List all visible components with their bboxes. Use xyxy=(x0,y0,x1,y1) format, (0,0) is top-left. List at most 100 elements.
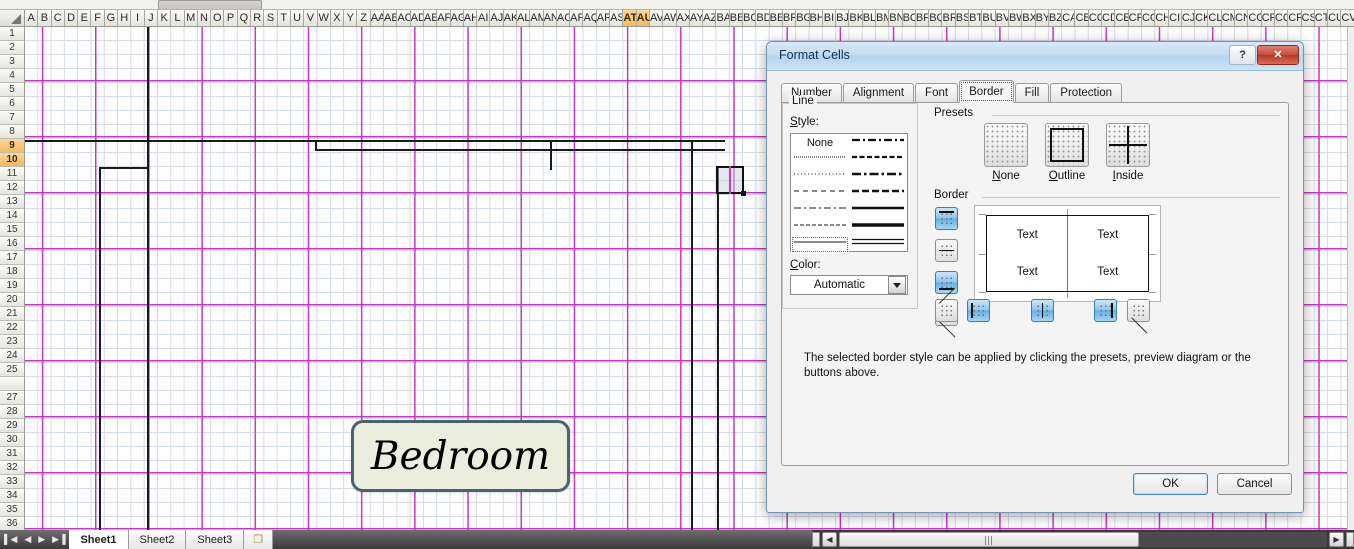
column-header-A[interactable]: A xyxy=(25,10,39,26)
dialog-tab-strip[interactable]: Number Alignment Font Border Fill Protection xyxy=(781,80,1123,103)
cancel-button[interactable]: Cancel xyxy=(1217,473,1292,495)
column-header-BF[interactable]: BF xyxy=(782,10,797,26)
border-left-button[interactable] xyxy=(967,299,990,322)
row-header-10[interactable]: 10 xyxy=(0,153,24,167)
row-header-3[interactable]: 3 xyxy=(0,55,24,69)
row-header-14[interactable]: 14 xyxy=(0,209,24,223)
column-header-AZ[interactable]: AZ xyxy=(703,10,717,26)
row-header-column[interactable]: 1 2 3 4 5 6 7 8 9 10 11 12 13 14 15 16 17 18 19 20 21 22 23 24 2… xyxy=(0,27,25,530)
column-header-BD[interactable]: BD xyxy=(756,10,770,26)
column-header-AG[interactable]: AG xyxy=(450,10,464,26)
chevron-down-icon[interactable] xyxy=(888,276,906,294)
column-header-AS[interactable]: AS xyxy=(610,10,624,26)
border-diagonal-down-button[interactable] xyxy=(935,287,958,322)
tab-border[interactable]: Border xyxy=(959,80,1014,103)
dialog-title-bar[interactable]: Format Cells ? ✕ xyxy=(767,42,1303,71)
horizontal-scrollbar[interactable]: ◀ ▶ xyxy=(812,530,1354,549)
row-header-30[interactable]: 30 xyxy=(0,433,24,447)
row-header-17[interactable]: 17 xyxy=(0,251,24,265)
column-header-O[interactable]: O xyxy=(211,10,225,26)
row-header-36[interactable]: 36 xyxy=(0,517,24,530)
column-header-BN[interactable]: BN xyxy=(889,10,903,26)
row-header-33[interactable]: 33 xyxy=(0,475,24,489)
column-header-CC[interactable]: CC xyxy=(1088,10,1103,26)
column-header-BW[interactable]: BW xyxy=(1008,10,1023,26)
column-header-CL[interactable]: CL xyxy=(1208,10,1222,26)
column-header-I[interactable]: I xyxy=(131,10,145,26)
sheet-tab-sheet2[interactable]: Sheet2 xyxy=(128,530,187,549)
column-header-CU[interactable]: CU xyxy=(1328,10,1342,26)
preset-inside-icon[interactable] xyxy=(1106,123,1150,167)
column-header-CK[interactable]: CK xyxy=(1195,10,1209,26)
hscroll-split-right[interactable] xyxy=(1346,532,1354,547)
tab-fill[interactable]: Fill xyxy=(1014,83,1050,103)
row-header-27[interactable]: 27 xyxy=(0,391,24,405)
column-header-BT[interactable]: BT xyxy=(969,10,983,26)
toolbar-tab-chip[interactable] xyxy=(158,0,262,9)
tab-font[interactable]: Font xyxy=(915,83,959,103)
column-header-AN[interactable]: AN xyxy=(543,10,557,26)
column-header-Q[interactable]: Q xyxy=(237,10,252,26)
ok-button[interactable]: OK xyxy=(1133,473,1208,495)
column-header-BB[interactable]: BB xyxy=(729,10,744,26)
column-header-D[interactable]: D xyxy=(64,10,79,26)
column-header-S[interactable]: S xyxy=(264,10,278,26)
column-header-AR[interactable]: AR xyxy=(596,10,611,26)
column-header-row[interactable]: ABCDEFGHIJKLMNOPQRSTUVWXYZAAABACADAEAFAG… xyxy=(0,10,1354,27)
column-header-T[interactable]: T xyxy=(277,10,291,26)
column-header-AL[interactable]: AL xyxy=(516,10,531,26)
fill-handle[interactable] xyxy=(741,191,746,196)
preview-cell-box[interactable]: Text Text Text Text xyxy=(986,215,1149,292)
row-header-8[interactable]: 8 xyxy=(0,125,24,139)
column-header-AP[interactable]: AP xyxy=(570,10,584,26)
column-header-BV[interactable]: BV xyxy=(995,10,1009,26)
column-header-BM[interactable]: BM xyxy=(876,10,890,26)
select-all-corner[interactable] xyxy=(0,10,25,26)
column-header-BO[interactable]: BO xyxy=(902,10,916,26)
column-header-BH[interactable]: BH xyxy=(809,10,823,26)
column-header-BG[interactable]: BG xyxy=(796,10,810,26)
column-header-AI[interactable]: AI xyxy=(477,10,491,26)
row-header-15[interactable]: 15 xyxy=(0,223,24,237)
column-header-CT[interactable]: CT xyxy=(1314,10,1329,26)
column-header-CQ[interactable]: CQ xyxy=(1274,10,1289,26)
column-header-BX[interactable]: BX xyxy=(1022,10,1036,26)
preset-buttons[interactable]: None Outline Inside xyxy=(984,123,1150,182)
column-header-CS[interactable]: CS xyxy=(1301,10,1315,26)
row-header-11[interactable]: 11 xyxy=(0,167,24,181)
selected-cell-range[interactable] xyxy=(716,166,744,194)
column-header-B[interactable]: B xyxy=(38,10,52,26)
column-header-AA[interactable]: AA xyxy=(370,10,385,26)
border-bottom-button[interactable] xyxy=(935,271,958,294)
column-header-AV[interactable]: AV xyxy=(649,10,664,26)
column-header-C[interactable]: C xyxy=(51,10,65,26)
column-header-P[interactable]: P xyxy=(224,10,238,26)
sheet-tabs[interactable]: Sheet1 Sheet2 Sheet3 ❐ xyxy=(69,530,274,549)
column-header-BJ[interactable]: BJ xyxy=(836,10,850,26)
row-header-19[interactable]: 19 xyxy=(0,279,24,293)
column-header-BL[interactable]: BL xyxy=(862,10,876,26)
row-header-32[interactable]: 32 xyxy=(0,461,24,475)
column-header-CG[interactable]: CG xyxy=(1141,10,1156,26)
line-color-combobox[interactable]: Automatic xyxy=(790,275,908,295)
column-header-AO[interactable]: AO xyxy=(556,10,571,26)
nav-last-icon[interactable]: ▶▐ xyxy=(52,534,65,545)
column-header-CF[interactable]: CF xyxy=(1128,10,1142,26)
column-header-CV[interactable]: CV xyxy=(1341,10,1354,26)
column-header-BP[interactable]: BP xyxy=(915,10,930,26)
column-header-CP[interactable]: CP xyxy=(1261,10,1275,26)
column-header-CO[interactable]: CO xyxy=(1248,10,1262,26)
nav-prev-icon[interactable]: ◀ xyxy=(24,534,31,545)
row-header-20[interactable]: 20 xyxy=(0,293,24,307)
column-header-R[interactable]: R xyxy=(251,10,265,26)
column-header-AF[interactable]: AF xyxy=(437,10,451,26)
line-style-list[interactable]: None xyxy=(790,133,908,253)
border-inside-horizontal-button[interactable] xyxy=(935,239,958,262)
column-header-AD[interactable]: AD xyxy=(410,10,424,26)
new-sheet-icon[interactable]: ❐ xyxy=(244,530,274,549)
column-header-AQ[interactable]: AQ xyxy=(583,10,597,26)
row-header-2[interactable]: 2 xyxy=(0,41,24,55)
column-header-AE[interactable]: AE xyxy=(423,10,438,26)
column-header-CN[interactable]: CN xyxy=(1235,10,1249,26)
column-header-U[interactable]: U xyxy=(290,10,305,26)
